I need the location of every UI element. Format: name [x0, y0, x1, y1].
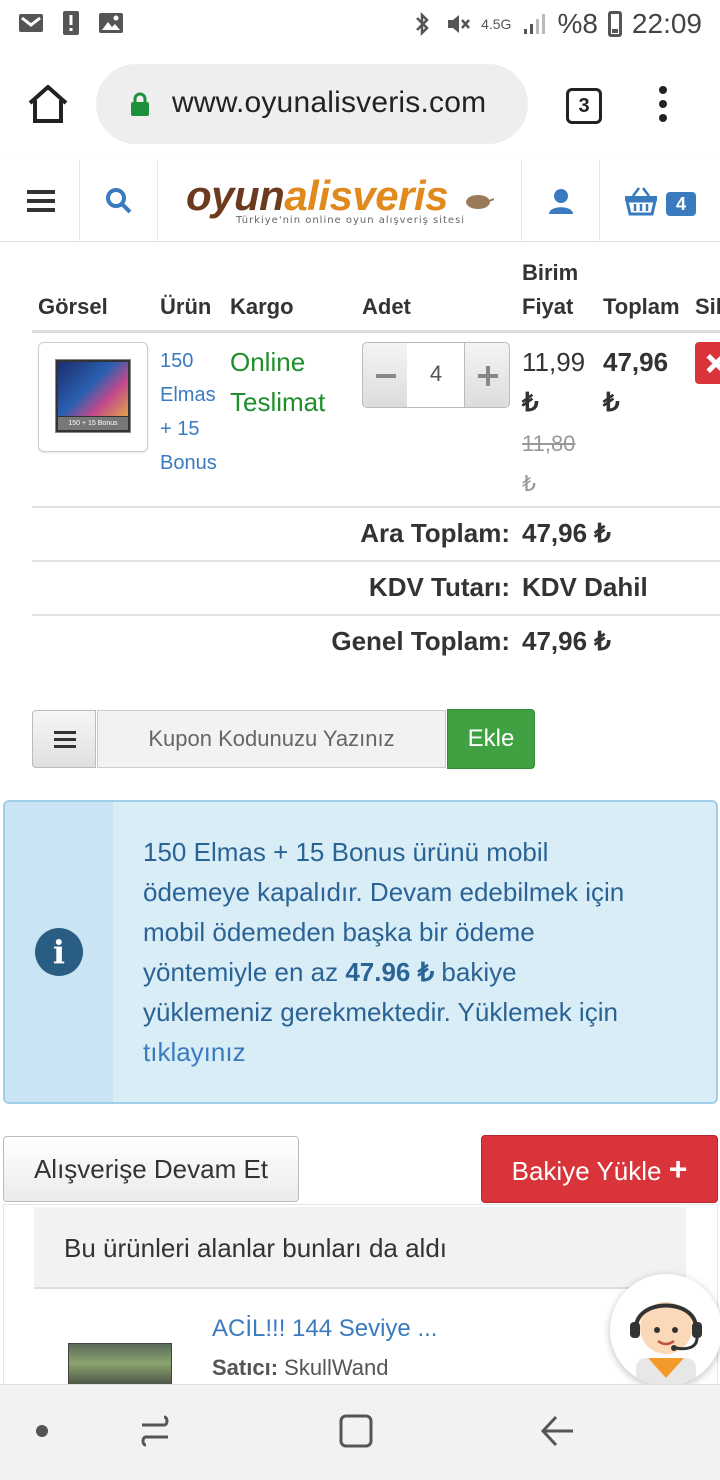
browser-toolbar: www.oyunalisveris.com 3: [0, 50, 720, 160]
subtotal-label: Ara Toplam:: [360, 518, 510, 548]
system-icons: 4.5G %8 22:09: [409, 8, 702, 40]
recommendations-panel: Bu ürünleri alanlar bunları da aldı ACİL…: [3, 1204, 718, 1384]
col-header-total: Toplam: [603, 294, 680, 319]
cart-button[interactable]: 4: [600, 160, 720, 242]
overflow-menu-icon[interactable]: [658, 86, 668, 126]
logo-tagline: Türkiye'nin online oyun alışveriş sitesi: [236, 215, 466, 226]
subtotal-value: 47,96 ₺: [522, 518, 611, 548]
info-icon: i: [35, 928, 83, 976]
search-button[interactable]: [80, 160, 158, 242]
lock-icon: [131, 92, 149, 116]
plus-icon: +: [668, 1151, 688, 1187]
delete-item-button[interactable]: [695, 342, 720, 384]
col-header-delete: Sil: [695, 294, 720, 319]
quantity-stepper: 4: [362, 342, 510, 408]
site-header: oyunalisveris Türkiye'nin online oyun al…: [0, 160, 720, 242]
recommended-item-seller: Satıcı: SkullWand: [212, 1355, 389, 1380]
recent-apps-icon[interactable]: [138, 1413, 172, 1449]
col-header-shipping: Kargo: [230, 294, 294, 319]
row-total: 47,96 ₺: [603, 347, 669, 417]
battery-percent: %8: [557, 8, 598, 39]
col-header-unit-price-line2: Fiyat: [522, 294, 574, 319]
back-nav-icon[interactable]: [540, 1413, 576, 1449]
topup-link[interactable]: tıklayınız: [143, 1032, 703, 1072]
mute-icon: [448, 15, 471, 33]
network-type: 4.5G: [481, 15, 512, 32]
grand-total-label: Genel Toplam:: [331, 626, 510, 656]
vat-label: KDV Tutarı:: [368, 572, 510, 602]
battery-icon: [607, 11, 622, 37]
recommendations-title: Bu ürünleri alanlar bunları da aldı: [34, 1207, 686, 1289]
url-text: www.oyunalisveris.com: [172, 86, 487, 119]
product-name-link[interactable]: 150 Elmas + 15 Bonus: [160, 344, 226, 480]
divider: [32, 506, 720, 508]
col-header-quantity: Adet: [362, 294, 411, 319]
search-icon: [106, 188, 132, 214]
mobile-payment-alert: i 150 Elmas + 15 Bonus ürünü mobil ödeme…: [3, 800, 718, 1104]
home-nav-icon[interactable]: [338, 1413, 374, 1449]
live-support-button[interactable]: [610, 1274, 720, 1384]
quantity-input[interactable]: 4: [407, 342, 465, 408]
alert-icon: [63, 11, 79, 35]
col-header-product: Ürün: [160, 294, 212, 319]
clock: 22:09: [631, 8, 702, 39]
table-header-divider: [32, 330, 720, 333]
status-bar: 4.5G %8 22:09: [0, 0, 720, 50]
account-button[interactable]: [522, 160, 600, 242]
coupon-code-input[interactable]: Kupon Kodunuzu Yazınız: [97, 710, 446, 768]
old-unit-price: 11,80 ₺: [522, 431, 576, 496]
continue-shopping-button[interactable]: Alışverişe Devam Et: [3, 1136, 299, 1202]
divider: [32, 560, 720, 562]
grand-total-value: 47,96 ₺: [522, 626, 611, 656]
alert-message: 150 Elmas + 15 Bonus ürünü mobil ödemeye…: [143, 832, 703, 1072]
mouse-logo-icon: [466, 195, 494, 209]
quantity-decrease-button[interactable]: [362, 342, 408, 408]
quantity-increase-button[interactable]: [464, 342, 510, 408]
topup-balance-button[interactable]: Bakiye Yükle +: [481, 1135, 718, 1203]
product-thumbnail[interactable]: 150 + 15 Bonus: [38, 342, 148, 452]
shipping-method: Online Teslimat: [230, 347, 326, 417]
nav-dot-icon[interactable]: [35, 1424, 49, 1438]
recommended-item-thumbnail[interactable]: [68, 1343, 172, 1384]
image-icon: [99, 13, 123, 33]
recommended-item-link[interactable]: ACİL!!! 144 Seviye ...: [212, 1315, 437, 1343]
signal-icon: [524, 14, 546, 34]
bluetooth-icon: [416, 11, 429, 37]
logo-wordmark: oyunalisveris: [186, 172, 448, 219]
user-icon: [549, 189, 573, 214]
address-bar[interactable]: www.oyunalisveris.com: [96, 64, 528, 144]
cart-count-badge: 4: [666, 192, 696, 216]
thumbnail-caption: 150 + 15 Bonus: [58, 417, 128, 430]
support-agent-icon: [630, 1302, 702, 1384]
col-header-image: Görsel: [38, 294, 108, 319]
site-logo[interactable]: oyunalisveris Türkiye'nin online oyun al…: [158, 160, 522, 242]
divider: [32, 614, 720, 616]
col-header-unit-price-line1: Birim: [522, 260, 579, 285]
coupon-menu-button[interactable]: [32, 710, 96, 768]
tab-switcher-button[interactable]: 3: [566, 88, 602, 124]
vat-value: KDV Dahil: [522, 572, 648, 602]
gmail-icon: [19, 14, 43, 32]
coupon-add-button[interactable]: Ekle: [447, 709, 535, 769]
home-icon[interactable]: [26, 82, 70, 126]
unit-price: 11,99 ₺: [522, 347, 586, 417]
notification-icons: [18, 10, 124, 36]
cart-page: Görsel Ürün Kargo Adet Birim Fiyat Topla…: [0, 242, 720, 1384]
required-amount: 47.96 ₺: [345, 957, 435, 987]
hamburger-menu-button[interactable]: [0, 160, 80, 242]
basket-icon: [625, 187, 657, 216]
system-nav-bar: [0, 1384, 720, 1480]
